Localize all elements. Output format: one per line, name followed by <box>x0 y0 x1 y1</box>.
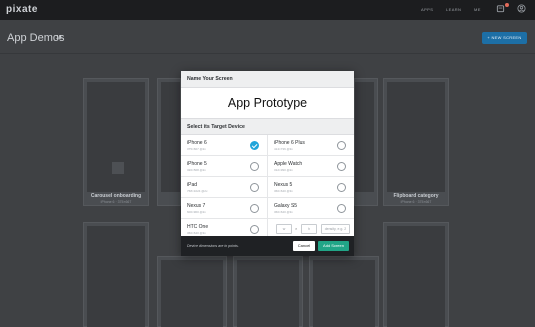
device-dimensions: 414×736 @3x <box>274 147 293 151</box>
top-navigation-bar: pixate APPS LEARN ME <box>0 0 535 20</box>
new-screen-dialog: Name Your Screen Select its Target Devic… <box>181 71 354 256</box>
device-dimensions: 375×667 @2x <box>187 147 206 151</box>
device-name: Nexus 5 <box>274 182 293 188</box>
screen-card-title: Carousel onboarding <box>90 193 142 199</box>
device-name: iPhone 6 Plus <box>274 140 305 146</box>
screen-thumbnail <box>161 260 223 327</box>
device-radio-selected[interactable] <box>250 141 259 150</box>
device-option-apple-watch[interactable]: Apple Watch 312×390 @2x <box>267 156 354 177</box>
header-divider <box>0 53 535 54</box>
screen-card[interactable] <box>233 256 303 327</box>
device-option-galaxy-s5[interactable]: Galaxy S5 360×640 @3x <box>267 198 354 219</box>
screen-card[interactable]: Flipboard category iPhone 6 · 375×667 <box>383 78 449 206</box>
device-option-iphone-6-plus[interactable]: iPhone 6 Plus 414×736 @3x <box>267 135 354 156</box>
screen-thumbnail <box>355 82 374 192</box>
dialog-footer: Device dimensions are in points. Cancel … <box>181 236 354 256</box>
footer-note: Device dimensions are in points. <box>187 244 239 248</box>
device-radio[interactable] <box>250 225 259 234</box>
device-name: iPhone 5 <box>187 161 207 167</box>
notifications-icon[interactable] <box>496 4 505 13</box>
nav-link-me[interactable]: ME <box>474 7 481 12</box>
dimension-separator: × <box>295 226 298 231</box>
screen-card[interactable] <box>309 256 379 327</box>
screen-thumbnail <box>387 82 445 192</box>
screen-thumbnail <box>387 226 445 327</box>
device-radio[interactable] <box>337 162 346 171</box>
device-dimensions: 360×640 @3x <box>187 231 206 235</box>
screen-card[interactable] <box>157 78 181 206</box>
device-name: HTC One <box>187 224 209 230</box>
device-option-iphone-6[interactable]: iPhone 6 375×667 @2x <box>181 135 267 156</box>
screen-thumbnail <box>87 82 145 192</box>
cancel-button[interactable]: Cancel <box>293 241 315 251</box>
screen-name-input[interactable] <box>181 88 354 118</box>
add-screen-button[interactable]: Add Screen <box>318 241 349 251</box>
device-radio[interactable] <box>337 141 346 150</box>
custom-height-input[interactable]: h <box>301 224 317 234</box>
screen-card[interactable] <box>354 78 378 206</box>
nav-link-learn[interactable]: LEARN <box>446 7 461 12</box>
device-name: Apple Watch <box>274 161 303 167</box>
device-dimensions: 768×1024 @2x <box>187 189 208 193</box>
device-radio[interactable] <box>250 204 259 213</box>
device-name: iPhone 6 <box>187 140 207 146</box>
custom-width-input[interactable]: w <box>276 224 292 234</box>
screen-card-title: Flipboard category <box>393 193 439 199</box>
device-dimensions: 320×568 @2x <box>187 168 206 172</box>
name-section-header: Name Your Screen <box>181 71 354 88</box>
device-radio[interactable] <box>250 162 259 171</box>
name-section-title: Name Your Screen <box>187 76 233 82</box>
notification-badge <box>505 3 509 7</box>
device-section-title: Select its Target Device <box>187 124 245 130</box>
device-option-nexus-5[interactable]: Nexus 5 360×640 @3x <box>267 177 354 198</box>
device-radio[interactable] <box>250 183 259 192</box>
device-dimensions: 360×640 @3x <box>274 210 293 214</box>
device-option-nexus-7[interactable]: Nexus 7 600×960 @2x <box>181 198 267 219</box>
device-option-iphone-5[interactable]: iPhone 5 320×568 @2x <box>181 156 267 177</box>
screen-card-device: iPhone 6 · 375×667 <box>400 200 432 204</box>
screen-thumbnail <box>313 260 375 327</box>
screen-thumbnail <box>87 226 145 327</box>
device-name: iPad <box>187 182 198 188</box>
screen-card[interactable] <box>157 256 227 327</box>
device-dimensions: 600×960 @2x <box>187 210 206 214</box>
app-logo[interactable]: pixate <box>6 4 38 15</box>
user-avatar-icon[interactable] <box>517 4 526 13</box>
screen-card[interactable] <box>83 222 149 327</box>
new-screen-button[interactable]: + NEW SCREEN <box>482 32 527 44</box>
screen-count-badge: 18 <box>56 35 62 41</box>
screen-card[interactable] <box>383 222 449 327</box>
device-dimensions: 312×390 @2x <box>274 168 293 172</box>
device-option-ipad[interactable]: iPad 768×1024 @2x <box>181 177 267 198</box>
device-name: Galaxy S5 <box>274 203 298 209</box>
nav-link-apps[interactable]: APPS <box>421 7 433 12</box>
screen-thumbnail <box>161 82 180 192</box>
device-radio[interactable] <box>337 204 346 213</box>
device-dimensions: 360×640 @3x <box>274 189 293 193</box>
screen-card[interactable]: Carousel onboarding iPhone 6 · 375×667 <box>83 78 149 206</box>
screen-thumbnail <box>237 260 299 327</box>
device-name: Nexus 7 <box>187 203 206 209</box>
device-section-header: Select its Target Device <box>181 118 354 135</box>
custom-density-input[interactable]: density, e.g. 2 <box>321 224 350 234</box>
screen-card-device: iPhone 6 · 375×667 <box>100 200 132 204</box>
device-radio[interactable] <box>337 183 346 192</box>
